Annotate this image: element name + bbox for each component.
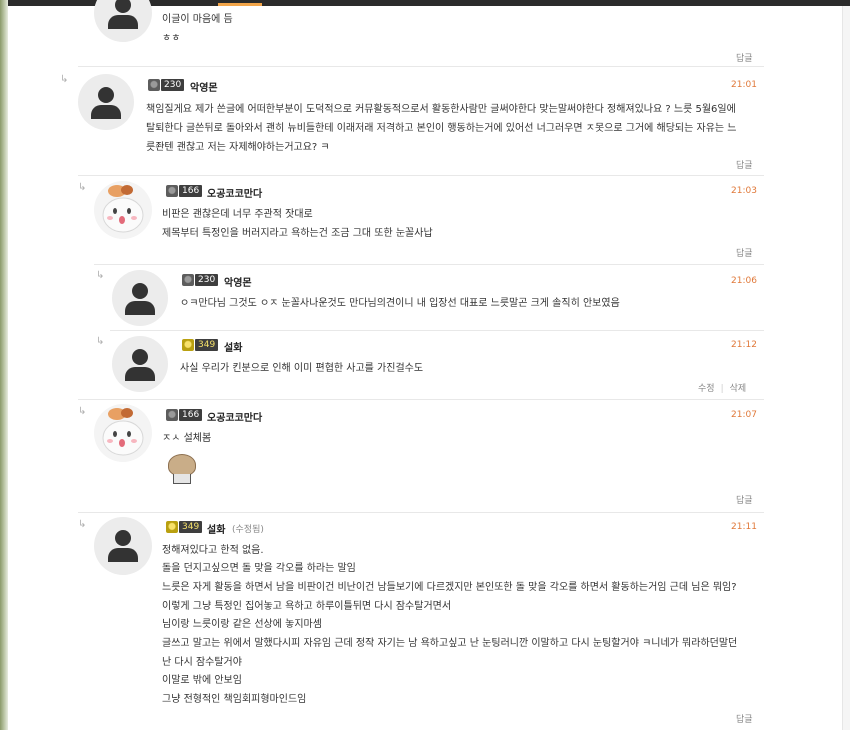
reply-arrow-icon: ↳	[96, 270, 105, 281]
reply-arrow-icon: ↳	[60, 74, 69, 85]
reply-arrow-icon: ↳	[78, 406, 87, 417]
level-number: 230	[195, 274, 219, 286]
timestamp: 21:11	[731, 522, 757, 532]
divider	[110, 330, 764, 331]
scrollbar[interactable]	[842, 6, 850, 730]
edited-label: (수정됨)	[232, 525, 264, 535]
reply-arrow-icon: ↳	[78, 182, 87, 193]
timestamp: 21:01	[731, 80, 757, 90]
comment-text-line: 님이랑 느릇이랑 같은 선상에 놓지마셈	[162, 619, 322, 630]
comment-text-line: 제목부터 특정인을 버러지라고 욕하는건 조금 그대 또한 눈꼴사납	[162, 228, 433, 239]
reply-button[interactable]: 답글	[736, 493, 753, 506]
nickname[interactable]: 악영몬	[224, 274, 252, 289]
nickname[interactable]: 오공코코만다	[207, 409, 262, 424]
level-number: 166	[179, 409, 203, 421]
left-edge	[0, 0, 8, 730]
comment-text-line: 돌을 던지고싶으면 돌 맞을 각오를 하라는 말임	[162, 563, 356, 574]
reply-button[interactable]: 답글	[736, 158, 753, 171]
timestamp: 21:06	[731, 276, 757, 286]
avatar	[94, 517, 152, 575]
level-badge: 230	[148, 79, 185, 91]
action-separator: |	[720, 384, 724, 394]
divider	[78, 175, 764, 176]
level-icon	[182, 339, 194, 351]
timestamp: 21:07	[731, 410, 757, 420]
comment-text-line: 릇좐텐 괜찮고 저는 자제해야하는거고요? ㅋ	[146, 142, 330, 153]
comment-text-line: 사실 우리가 킨분으로 인해 이미 편협한 사고를 가진걸수도	[180, 363, 424, 374]
timestamp: 21:03	[731, 186, 757, 196]
top-bar-accent	[218, 3, 262, 6]
nickname[interactable]: 설화	[207, 521, 225, 536]
comment-text-line: 정해져있다고 한적 없음.	[162, 545, 264, 556]
level-number: 230	[161, 79, 185, 91]
comment-text-line: ㅎㅎ	[162, 33, 181, 44]
comment-text-line: 비판은 괜찮은데 너무 주관적 잣대로	[162, 209, 313, 220]
nickname[interactable]: 설화	[224, 339, 242, 354]
level-icon	[166, 185, 178, 197]
comment-text-line: 글쓰고 말고는 위에서 말했다시피 자유임 근데 정작 자기는 남 욕하고싶고 …	[162, 638, 738, 649]
reply-button[interactable]: 답글	[736, 246, 753, 259]
level-badge: 166	[166, 409, 203, 421]
level-number: 349	[195, 339, 219, 351]
level-badge: 230	[182, 274, 219, 286]
level-badge: 166	[166, 185, 203, 197]
divider	[78, 399, 764, 400]
cat-avatar	[94, 404, 152, 462]
cat-avatar	[94, 181, 152, 239]
delete-button[interactable]: 삭제	[730, 384, 747, 394]
comment-text-line: 이글이 마음에 듬	[162, 14, 233, 25]
comment-text-line: 이렇게 그냥 특정인 집어놓고 욕하고 하루이틀뒤면 다시 잠수탈거면서	[162, 601, 452, 612]
level-badge: 349	[166, 521, 203, 533]
level-number: 349	[179, 521, 203, 533]
divider	[94, 264, 764, 265]
comment-text-line: 이말로 밖에 안보임	[162, 675, 242, 686]
reply-button[interactable]: 답글	[736, 712, 753, 725]
level-icon	[166, 409, 178, 421]
level-badge: 349	[182, 339, 219, 351]
avatar	[94, 0, 152, 42]
comment-text-line: 그냥 전형적인 책임회피형마인드임	[162, 694, 307, 705]
level-icon	[166, 521, 178, 533]
avatar	[112, 336, 168, 392]
edit-button[interactable]: 수정	[698, 384, 715, 394]
nickname[interactable]: 악영몬	[190, 79, 218, 94]
helmet-sticker	[165, 452, 199, 486]
nickname[interactable]: 오공코코만다	[207, 185, 262, 200]
reply-arrow-icon: ↳	[96, 336, 105, 347]
comment-actions: 수정 | 삭제	[698, 381, 746, 394]
comment-text-line: 난 다시 잠수탈거야	[162, 657, 242, 668]
comment-text-line: ㅇㅋ만다님 그것도 ㅇㅈ 눈꼴사나운것도 만다님의견이니 내 입장선 대표로 느…	[180, 298, 620, 309]
comment-text-line: 책임질게요 제가 쓴글에 어떠한부분이 도덕적으로 커뮤활동적으로서 활동한사람…	[146, 104, 736, 115]
comment-text-line: ㅈㅅ 설체봄	[162, 433, 212, 444]
level-icon	[148, 79, 160, 91]
avatar	[78, 74, 134, 130]
reply-button[interactable]: 답글	[736, 51, 753, 64]
divider	[78, 512, 764, 513]
level-icon	[182, 274, 194, 286]
avatar	[112, 270, 168, 326]
comment-text-line: 탈퇴한다 글쓴뒤로 돌아와서 괜히 뉴비들한테 이래저래 저격하고 본인이 행동…	[146, 123, 737, 134]
reply-arrow-icon: ↳	[78, 519, 87, 530]
comment-text-line: 느릇은 자게 활동을 하면서 남을 비판이건 비난이건 남들보기에 다르겠지만 …	[162, 582, 737, 593]
divider	[78, 66, 764, 67]
timestamp: 21:12	[731, 340, 757, 350]
level-number: 166	[179, 185, 203, 197]
